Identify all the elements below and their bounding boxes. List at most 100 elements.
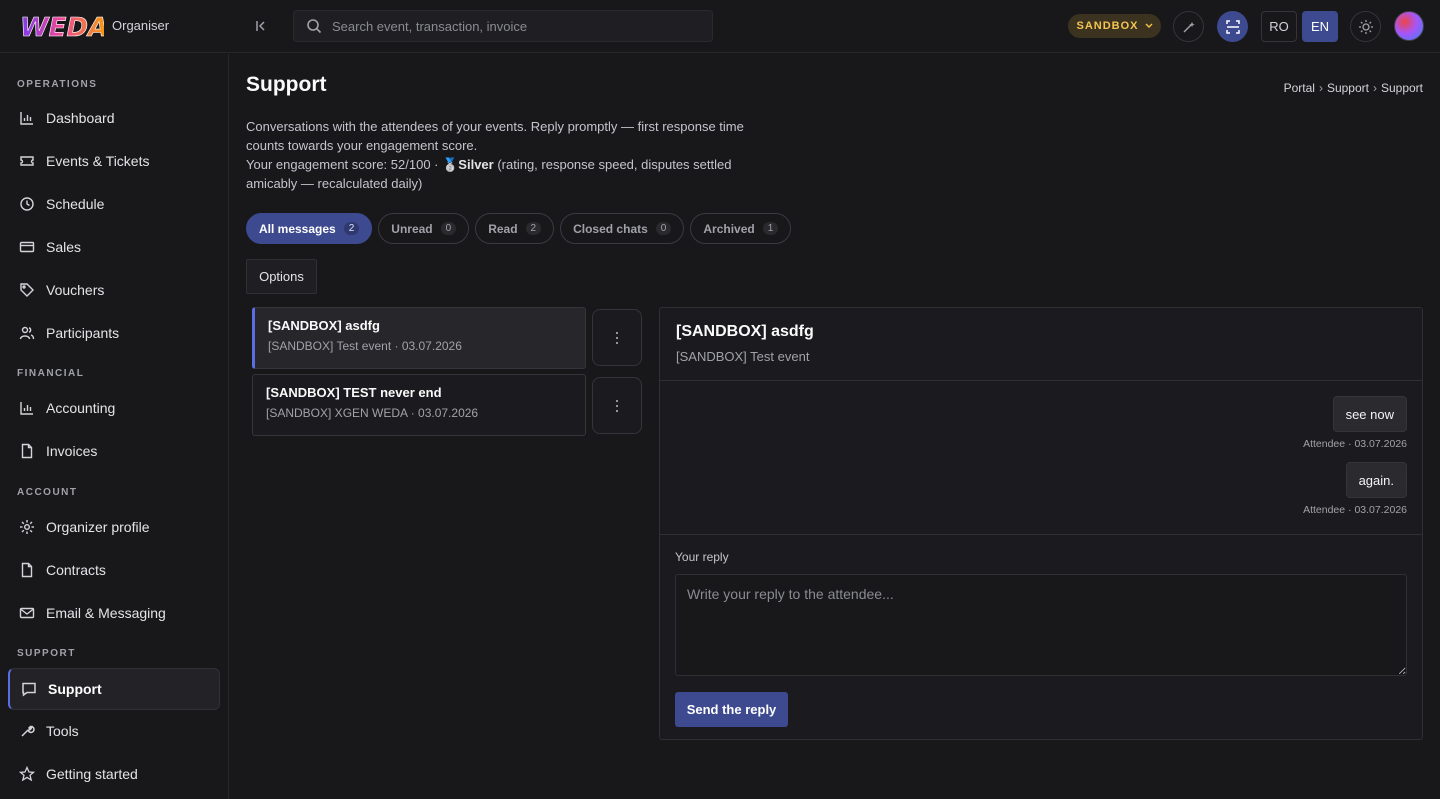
collapse-sidebar-icon[interactable] — [251, 16, 271, 36]
sidebar-item-label: Organizer profile — [46, 519, 150, 535]
tab-count-badge: 1 — [762, 222, 779, 235]
sidebar-item-tools[interactable]: Tools — [8, 710, 220, 752]
message-bubble: see now — [1332, 396, 1407, 432]
tab-label: Read — [488, 221, 518, 236]
context-label: Organiser — [112, 18, 170, 33]
sidebar-item-events-tickets[interactable]: Events & Tickets — [8, 140, 220, 182]
sidebar-item-label: Invoices — [46, 443, 98, 459]
document-icon — [18, 442, 36, 460]
more-vertical-icon[interactable] — [592, 377, 642, 434]
sidebar-item-participants[interactable]: Participants — [8, 312, 220, 354]
sidebar-item-label: Vouchers — [46, 282, 105, 298]
top-bar: WEDA Organiser SANDBOX RO EN — [0, 0, 1440, 53]
language-ro-button[interactable]: RO — [1261, 11, 1297, 42]
conversation-item[interactable]: [SANDBOX] asdfg [SANDBOX] Test event · 0… — [252, 307, 586, 369]
breadcrumb: Portal › Support › Support — [1284, 81, 1423, 95]
tab-label: Closed chats — [573, 221, 648, 236]
wand-icon[interactable] — [1173, 11, 1204, 42]
tab-all-messages[interactable]: All messages 2 — [246, 213, 373, 244]
ticket-icon — [18, 152, 36, 170]
environment-badge[interactable]: SANDBOX — [1068, 14, 1161, 38]
reply-form: Your reply Send the reply — [660, 534, 1422, 739]
sidebar-item-dashboard[interactable]: Dashboard — [8, 97, 220, 139]
tab-count-badge: 2 — [525, 222, 542, 235]
tab-read[interactable]: Read 2 — [475, 213, 555, 244]
sidebar-item-accounting[interactable]: Accounting — [8, 387, 220, 429]
page-title: Support — [246, 73, 327, 96]
more-vertical-icon[interactable] — [592, 309, 642, 366]
sun-icon[interactable] — [1350, 11, 1381, 42]
sidebar-item-getting-started[interactable]: Getting started — [8, 753, 220, 795]
sidebar-item-label: Support — [48, 681, 102, 697]
sidebar-item-support[interactable]: Support — [8, 668, 220, 710]
breadcrumb-separator: › — [1372, 81, 1377, 95]
user-avatar[interactable] — [1394, 11, 1424, 41]
chart-bar-icon — [18, 109, 36, 127]
engagement-score: Your engagement score: 52/100 · 🥈Silver … — [246, 156, 756, 193]
message-meta: Attendee · 03.07.2026 — [1303, 504, 1407, 516]
tab-label: All messages — [259, 221, 336, 236]
tab-archived[interactable]: Archived 1 — [690, 213, 792, 244]
tag-icon — [18, 281, 36, 299]
sidebar-item-label: Schedule — [46, 196, 105, 212]
sidebar-item-label: Getting started — [46, 766, 138, 782]
search-bar[interactable] — [293, 10, 713, 42]
sidebar-section-title: OPERATIONS — [17, 79, 98, 90]
language-en-button[interactable]: EN — [1302, 11, 1338, 42]
sidebar: OPERATIONS Dashboard Events & Tickets Sc… — [0, 54, 229, 799]
breadcrumb-item-portal[interactable]: Portal — [1284, 81, 1315, 95]
users-icon — [18, 324, 36, 342]
sidebar-item-label: Accounting — [46, 400, 116, 416]
sidebar-section-title: ACCOUNT — [17, 487, 78, 498]
sidebar-item-label: Participants — [46, 325, 120, 341]
sidebar-item-label: Tools — [46, 723, 79, 739]
weda-logo[interactable]: WEDA — [20, 12, 104, 40]
conversation-item[interactable]: [SANDBOX] TEST never end [SANDBOX] XGEN … — [252, 374, 586, 436]
search-icon — [307, 19, 322, 34]
search-input[interactable] — [332, 18, 692, 34]
sidebar-item-contracts[interactable]: Contracts — [8, 549, 220, 591]
sidebar-item-email-messaging[interactable]: Email & Messaging — [8, 592, 220, 634]
sidebar-item-label: Email & Messaging — [46, 605, 166, 621]
sidebar-item-label: Contracts — [46, 562, 106, 578]
breadcrumb-item-current: Support — [1380, 81, 1423, 95]
sidebar-item-schedule[interactable]: Schedule — [8, 183, 220, 225]
sidebar-section-title: FINANCIAL — [17, 368, 85, 379]
tab-label: Archived — [703, 221, 755, 236]
sidebar-item-invoices[interactable]: Invoices — [8, 430, 220, 472]
sidebar-section-title: SUPPORT — [17, 648, 76, 659]
breadcrumb-item-support[interactable]: Support — [1327, 81, 1369, 95]
logo-text: WEDA — [20, 13, 104, 40]
star-icon — [18, 765, 36, 783]
sidebar-item-label: Events & Tickets — [46, 153, 150, 169]
chat-subtitle: [SANDBOX] Test event — [676, 349, 810, 364]
gear-icon — [18, 518, 36, 536]
reply-textarea[interactable] — [675, 574, 1407, 676]
mail-icon — [18, 604, 36, 622]
wrench-icon — [18, 722, 36, 740]
scan-icon[interactable] — [1217, 11, 1248, 42]
environment-badge-label: SANDBOX — [1076, 20, 1139, 32]
chat-header: [SANDBOX] asdfg [SANDBOX] Test event — [660, 308, 1422, 381]
breadcrumb-separator: › — [1318, 81, 1323, 95]
conversation-subtitle: [SANDBOX] XGEN WEDA · 03.07.2026 — [266, 406, 479, 420]
clock-icon — [18, 195, 36, 213]
page-description: Conversations with the attendees of your… — [246, 119, 744, 153]
tab-count-badge: 0 — [655, 222, 672, 235]
options-button[interactable]: Options — [246, 259, 317, 294]
chat-panel: [SANDBOX] asdfg [SANDBOX] Test event see… — [659, 307, 1423, 740]
tab-label: Unread — [391, 221, 433, 236]
chat-title: [SANDBOX] asdfg — [676, 323, 814, 340]
sidebar-item-sales[interactable]: Sales — [8, 226, 220, 268]
send-reply-button[interactable]: Send the reply — [675, 692, 788, 727]
tab-unread[interactable]: Unread 0 — [378, 213, 470, 244]
sidebar-item-vouchers[interactable]: Vouchers — [8, 269, 220, 311]
medal-icon: 🥈 — [442, 157, 459, 172]
conversation-title: [SANDBOX] TEST never end — [266, 385, 442, 400]
document-icon — [18, 561, 36, 579]
tab-closed-chats[interactable]: Closed chats 0 — [560, 213, 685, 244]
sidebar-item-organizer-profile[interactable]: Organizer profile — [8, 506, 220, 548]
tab-count-badge: 2 — [343, 222, 360, 235]
sidebar-item-label: Dashboard — [46, 110, 115, 126]
chat-icon — [20, 680, 38, 698]
